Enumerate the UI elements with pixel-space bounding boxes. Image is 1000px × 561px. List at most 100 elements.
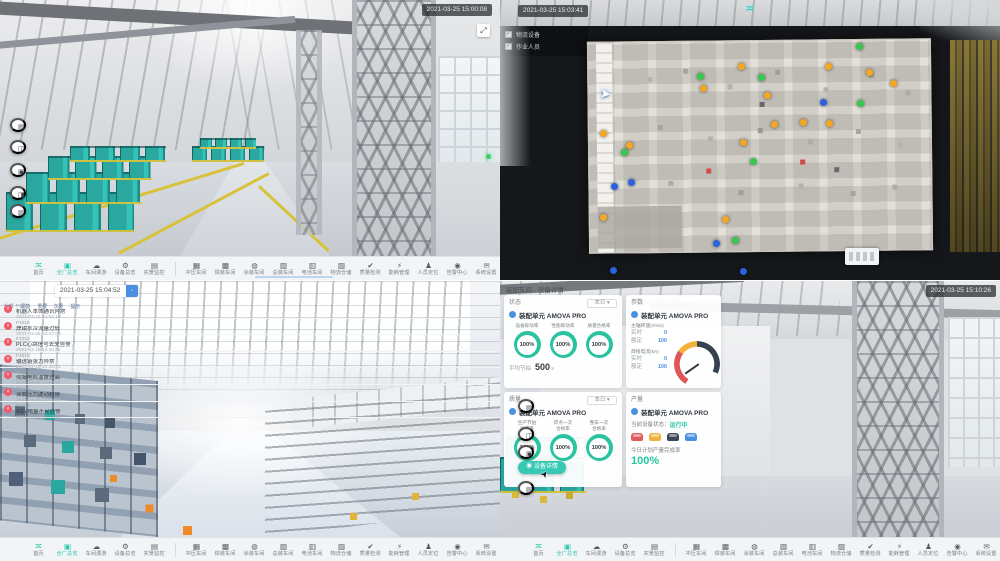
toolbar-item[interactable]: ▨ 物流仓储 bbox=[327, 538, 356, 561]
toolbar-item[interactable]: ◉ 告警中心 bbox=[443, 257, 472, 281]
map-device-dot[interactable] bbox=[700, 85, 707, 92]
toolbar-item[interactable]: ▧ 总装车间 bbox=[769, 538, 798, 561]
mini-legend-panel[interactable] bbox=[845, 248, 879, 265]
toolbar-item[interactable]: ♟ 人员定位 bbox=[414, 538, 443, 561]
toolbar-item[interactable]: ⚙ 设备总览 bbox=[611, 538, 640, 561]
toolbar-item[interactable] bbox=[669, 538, 682, 561]
toolbar-item[interactable]: ▩ 焊装车间 bbox=[211, 538, 240, 561]
factory-floorplan[interactable] bbox=[587, 38, 933, 254]
toolbar-item[interactable]: ◍ 涂装车间 bbox=[740, 538, 769, 561]
map-device-dot[interactable] bbox=[600, 214, 607, 221]
chip-mode-button[interactable]: ◦ bbox=[126, 285, 138, 297]
map-device-dot[interactable] bbox=[866, 69, 873, 76]
toolbar-item[interactable] bbox=[169, 257, 182, 281]
map-device-dot[interactable] bbox=[732, 237, 739, 244]
toolbar-item[interactable]: ▩ 焊装车间 bbox=[711, 538, 740, 561]
map-device-dot[interactable] bbox=[758, 74, 765, 81]
toolbar-item[interactable]: ≍ 首页 bbox=[24, 538, 53, 561]
toolbar-scroll-indicator[interactable] bbox=[255, 276, 333, 278]
toolbar-item[interactable]: ▦ 冲压车间 bbox=[182, 538, 211, 561]
toolbar-item[interactable]: ⚡ 能耗管理 bbox=[385, 257, 414, 281]
toolbar-item[interactable]: ✔ 质量检测 bbox=[356, 257, 385, 281]
map-device-dot[interactable] bbox=[626, 142, 633, 149]
alarm-list-item[interactable]: × F1008 伺服电机温度过高 2021-03-25 14:28:45 bbox=[0, 368, 84, 385]
map-device-dot[interactable] bbox=[826, 120, 833, 127]
toolbar-item[interactable]: ▥ 电池车间 bbox=[798, 538, 827, 561]
scene-marker-button[interactable]: ▥ bbox=[518, 481, 534, 495]
map-device-dot[interactable] bbox=[722, 216, 729, 223]
scene-marker-button[interactable]: ▣ bbox=[518, 445, 534, 459]
toolbar-item[interactable]: ✉ 系统设置 bbox=[472, 257, 500, 281]
map-device-dot[interactable] bbox=[857, 100, 864, 107]
map-device-dot[interactable] bbox=[750, 158, 757, 165]
toolbar-item[interactable]: ▦ 冲压车间 bbox=[682, 538, 711, 561]
map-device-dot[interactable] bbox=[825, 63, 832, 70]
toolbar-item-label: 能耗管理 bbox=[389, 270, 410, 277]
alarm-list-item[interactable]: × F1003 AGV电量不足告警 2021-03-25 14:12:03 bbox=[0, 402, 84, 419]
map-device-dot[interactable] bbox=[600, 130, 607, 137]
toolbar-item[interactable]: ⚙ 设备总览 bbox=[111, 538, 140, 561]
toolbar-item[interactable]: ▦ 冲压车间 bbox=[182, 257, 211, 281]
toolbar-item[interactable]: ▨ 物流仓储 bbox=[827, 538, 856, 561]
scene-marker-button[interactable]: ▤ bbox=[10, 118, 26, 132]
map-device-dot[interactable] bbox=[697, 73, 704, 80]
map-device-dot[interactable] bbox=[771, 121, 778, 128]
alarm-list-item[interactable]: × F1012 PLC心跳信号丢失告警 2021-03-25 14:40:52 bbox=[0, 335, 84, 352]
toolbar-item[interactable]: ≍ 首页 bbox=[24, 257, 53, 281]
scene-marker-button[interactable]: ▤ bbox=[518, 399, 534, 413]
toolbar-item[interactable]: ☁ 车间漫游 bbox=[82, 538, 111, 561]
toolbar-item[interactable]: ☁ 车间漫游 bbox=[582, 538, 611, 561]
scene-marker-button[interactable]: ▥ bbox=[10, 204, 26, 218]
toolbar-item[interactable]: ◍ 涂装车间 bbox=[240, 538, 269, 561]
toolbar-item[interactable]: ▧ 总装车间 bbox=[269, 538, 298, 561]
map-device-dot[interactable] bbox=[764, 92, 771, 99]
toolbar-item[interactable]: ◉ 告警中心 bbox=[943, 538, 972, 561]
map-device-dot[interactable] bbox=[856, 43, 863, 50]
alarm-list-item[interactable]: × F1015 焊钳水冷流量过低 2021-03-25 14:47:06 bbox=[0, 319, 84, 336]
toolbar-item[interactable]: ☁ 车间漫游 bbox=[82, 257, 111, 281]
scene-marker-button[interactable]: ◫ bbox=[518, 427, 534, 441]
toolbar-item[interactable]: ▣ 全厂总览 bbox=[553, 538, 582, 561]
alarm-list-item[interactable]: × F1017 机器人本体通讯异常 2021-03-25 14:52:18 bbox=[0, 302, 84, 319]
scene-marker-button[interactable]: ◫ bbox=[10, 140, 26, 154]
map-device-dot[interactable] bbox=[738, 63, 745, 70]
map-device-dot[interactable] bbox=[611, 183, 618, 190]
toolbar-item[interactable]: ▤ 实景监控 bbox=[140, 538, 169, 561]
toolbar-item[interactable]: ▤ 实景监控 bbox=[140, 257, 169, 281]
toolbar-item[interactable]: ♟ 人员定位 bbox=[414, 257, 443, 281]
toolbar-item[interactable] bbox=[169, 538, 182, 561]
toolbar-item[interactable]: ⚡ 能耗管理 bbox=[385, 538, 414, 561]
toolbar-item[interactable]: ✉ 系统设置 bbox=[972, 538, 1000, 561]
map-device-dot[interactable] bbox=[628, 179, 635, 186]
toolbar-item[interactable]: ▣ 全厂总览 bbox=[53, 257, 82, 281]
map-device-dot[interactable] bbox=[621, 149, 628, 156]
map-device-dot[interactable] bbox=[740, 139, 747, 146]
period-select[interactable]: 本日 ▾ bbox=[587, 299, 617, 308]
toolbar-item[interactable]: ✔ 质量检测 bbox=[856, 538, 885, 561]
toolbar-item[interactable]: ▤ 实景监控 bbox=[640, 538, 669, 561]
toolbar-item[interactable]: ◉ 告警中心 bbox=[443, 538, 472, 561]
map-device-dot[interactable] bbox=[740, 268, 747, 275]
map-device-dot[interactable] bbox=[713, 240, 720, 247]
toolbar-item[interactable]: ⚡ 能耗管理 bbox=[885, 538, 914, 561]
alarm-list-item[interactable]: × F1006 涂胶压力波动超限 2021-03-25 14:21:17 bbox=[0, 385, 84, 402]
toolbar-item[interactable]: ▥ 电池车间 bbox=[298, 538, 327, 561]
toolbar-item[interactable]: ≍ 首页 bbox=[524, 538, 553, 561]
toolbar-item[interactable]: ✉ 系统设置 bbox=[472, 538, 500, 561]
map-device-dot[interactable] bbox=[800, 119, 807, 126]
toolbar-item[interactable]: ⚙ 设备总览 bbox=[111, 257, 140, 281]
toolbar-item[interactable]: ♟ 人员定位 bbox=[914, 538, 943, 561]
alarm-list-item[interactable]: × F1010 输送链张力异常 2021-03-25 14:35:31 bbox=[0, 352, 84, 369]
period-select[interactable]: 本日 ▾ bbox=[587, 396, 617, 405]
map-device-dot[interactable] bbox=[890, 80, 897, 87]
map-device-dot[interactable] bbox=[820, 99, 827, 106]
camera-position-arrow[interactable]: ➤ bbox=[599, 85, 612, 102]
toolbar-item[interactable]: ▩ 焊装车间 bbox=[211, 257, 240, 281]
scene-marker-button[interactable]: ◨ bbox=[10, 186, 26, 200]
map-device-dot[interactable] bbox=[610, 267, 617, 274]
toolbar-item[interactable]: ▣ 全厂总览 bbox=[53, 538, 82, 561]
fullscreen-button[interactable]: ⤢ bbox=[477, 24, 490, 37]
toolbar-item[interactable]: ✔ 质量检测 bbox=[356, 538, 385, 561]
param-name: 主轴转速(r/min) bbox=[631, 323, 673, 329]
scene-marker-button[interactable]: ▣ bbox=[10, 163, 26, 177]
